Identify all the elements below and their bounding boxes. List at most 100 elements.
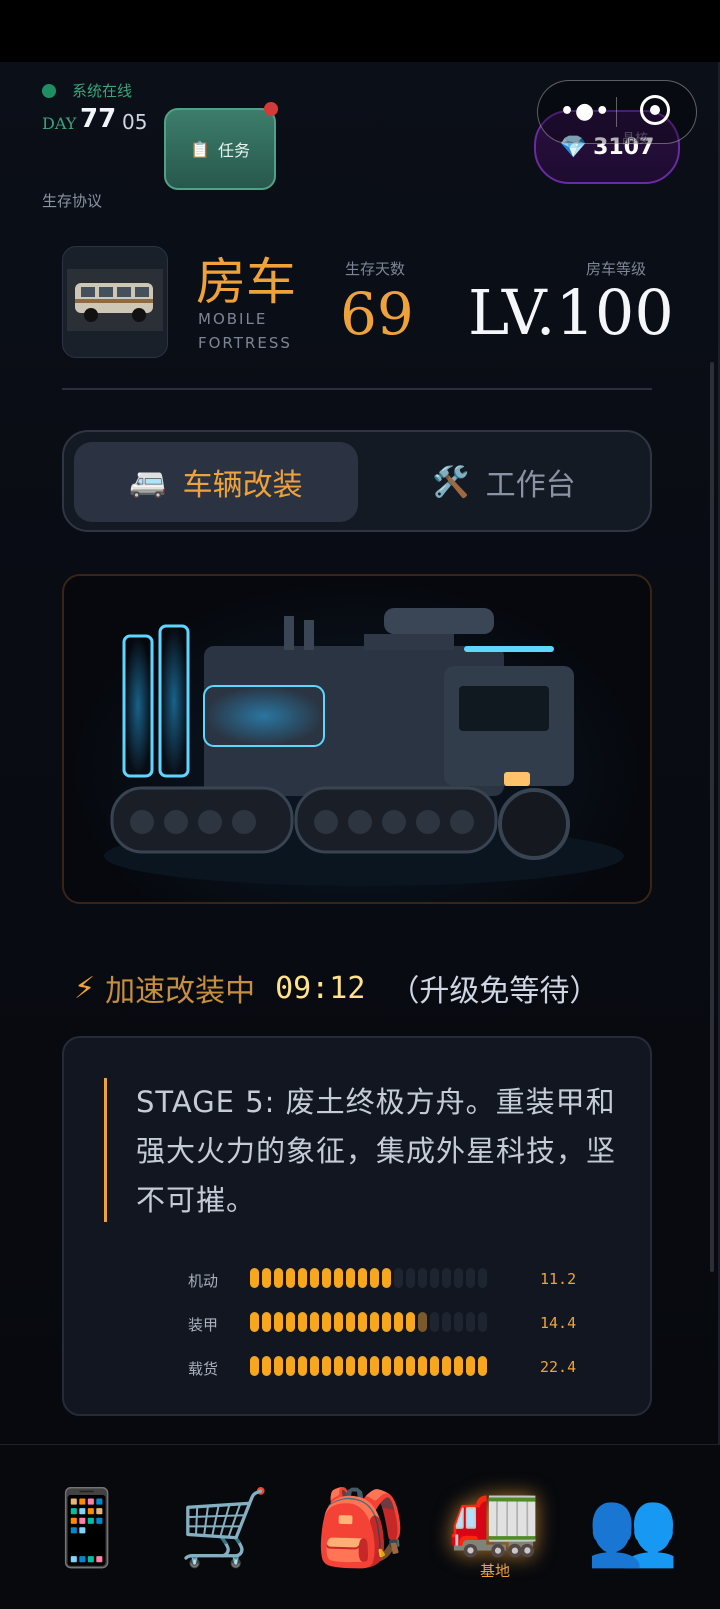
tab-bar: 🚐 车辆改装 🛠️ 工作台 (62, 430, 652, 532)
stat-segment (442, 1312, 451, 1332)
status-bar (0, 0, 720, 62)
phone-icon: 📱 (40, 1485, 134, 1571)
stat-segment (418, 1312, 427, 1332)
nav-phone[interactable]: 📱 (32, 1473, 142, 1583)
stat-bar-cargo (250, 1356, 487, 1376)
stat-segment (262, 1312, 271, 1332)
stat-segment (310, 1356, 319, 1376)
nav-backpack[interactable]: 🎒 (306, 1473, 416, 1583)
stat-segment (370, 1268, 379, 1288)
stat-segment (454, 1268, 463, 1288)
day-number: 77 (80, 104, 117, 134)
nav-team[interactable]: 👥 (578, 1473, 688, 1583)
stat-segment (418, 1356, 427, 1376)
stat-segment (430, 1356, 439, 1376)
backpack-icon: 🎒 (314, 1485, 408, 1571)
stat-segment (358, 1312, 367, 1332)
stat-segment (322, 1268, 331, 1288)
stat-segment (406, 1356, 415, 1376)
stat-segment (466, 1356, 475, 1376)
stat-segment (334, 1356, 343, 1376)
day-sub-number: 05 (122, 110, 148, 134)
stat-segment (334, 1268, 343, 1288)
van-thumbnail-image (67, 269, 163, 331)
stat-bar-mobility (250, 1268, 487, 1288)
stat-segment (250, 1312, 259, 1332)
stat-value-armor: 14.4 (540, 1314, 577, 1332)
stat-segment (262, 1356, 271, 1376)
nav-base[interactable]: 🚛 基地 (440, 1473, 550, 1583)
stat-segment (346, 1312, 355, 1332)
clipboard-icon: 📋 (190, 139, 210, 159)
stat-segment (382, 1268, 391, 1288)
header-divider (62, 388, 652, 390)
stat-segment (478, 1356, 487, 1376)
stat-segment (358, 1268, 367, 1288)
stat-segment (418, 1268, 427, 1288)
stat-segment (406, 1268, 415, 1288)
stat-segment (370, 1356, 379, 1376)
bottom-navigation: 📱 🛒 🎒 🚛 基地 👥 (0, 1444, 720, 1609)
stat-segment (394, 1356, 403, 1376)
stat-segment (298, 1268, 307, 1288)
stat-segment (346, 1356, 355, 1376)
notification-dot (264, 102, 278, 116)
survival-protocol-link[interactable]: 生存协议 (42, 190, 102, 211)
survival-days-label: 生存天数 (345, 260, 406, 278)
stat-segment (478, 1312, 487, 1332)
stat-segment (346, 1268, 355, 1288)
nav-base-label: 基地 (479, 1561, 510, 1580)
upgrade-status: ⚡ 加速改装中 09:12 （升级免等待） (74, 966, 599, 1010)
stat-segment (358, 1356, 367, 1376)
stat-segment (394, 1312, 403, 1332)
vehicle-thumbnail[interactable] (62, 246, 168, 358)
quote-accent-bar (104, 1078, 107, 1222)
stat-segment (430, 1312, 439, 1332)
upgrade-status-text: 加速改装中 (105, 974, 256, 1009)
stat-value-cargo: 22.4 (540, 1358, 577, 1376)
stat-segment (394, 1268, 403, 1288)
stat-segment (442, 1356, 451, 1376)
tab-vehicle-modify[interactable]: 🚐 车辆改装 (74, 442, 358, 522)
stat-segment (382, 1312, 391, 1332)
van-icon: 🚐 (129, 464, 167, 500)
upgrade-timer: 09:12 (275, 970, 366, 1006)
team-icon: 👥 (586, 1485, 680, 1571)
stat-segment (334, 1312, 343, 1332)
scrollbar[interactable] (710, 362, 714, 1272)
more-icon[interactable]: •●• (560, 99, 610, 124)
task-button-label: 任务 (217, 141, 250, 160)
truck-icon: 🚛 (448, 1473, 542, 1560)
stat-segment (274, 1312, 283, 1332)
stat-value-mobility: 11.2 (540, 1270, 577, 1288)
shopping-cart-icon: 🛒 (178, 1485, 272, 1571)
armored-truck-illustration (104, 608, 624, 886)
miniprogram-capsule: •●• (537, 80, 697, 144)
stat-segment (466, 1268, 475, 1288)
task-button[interactable]: 📋 任务 (164, 108, 276, 190)
stat-segment (250, 1356, 259, 1376)
stat-segment (286, 1312, 295, 1332)
upgrade-note[interactable]: （升级免等待） (389, 966, 599, 1010)
lightning-icon: ⚡ (74, 970, 96, 1006)
stat-segment (406, 1312, 415, 1332)
stat-bar-armor (250, 1312, 487, 1332)
stat-segment (430, 1268, 439, 1288)
tab-workbench[interactable]: 🛠️ 工作台 (364, 442, 644, 522)
stat-label-armor: 装甲 (188, 1316, 219, 1334)
nav-shop[interactable]: 🛒 (170, 1473, 280, 1583)
stat-segment (442, 1268, 451, 1288)
stat-segment (262, 1268, 271, 1288)
stat-segment (466, 1312, 475, 1332)
tab-vehicle-modify-label: 车辆改装 (182, 468, 303, 503)
stat-label-mobility: 机动 (188, 1272, 219, 1290)
capsule-divider (616, 97, 617, 127)
stat-segment (322, 1356, 331, 1376)
stat-segment (298, 1356, 307, 1376)
day-label: DAY (42, 114, 77, 133)
stat-segment (370, 1312, 379, 1332)
tab-workbench-label: 工作台 (485, 468, 576, 503)
close-target-icon[interactable] (640, 95, 670, 125)
vehicle-title: 房车 (196, 253, 296, 311)
stat-segment (322, 1312, 331, 1332)
